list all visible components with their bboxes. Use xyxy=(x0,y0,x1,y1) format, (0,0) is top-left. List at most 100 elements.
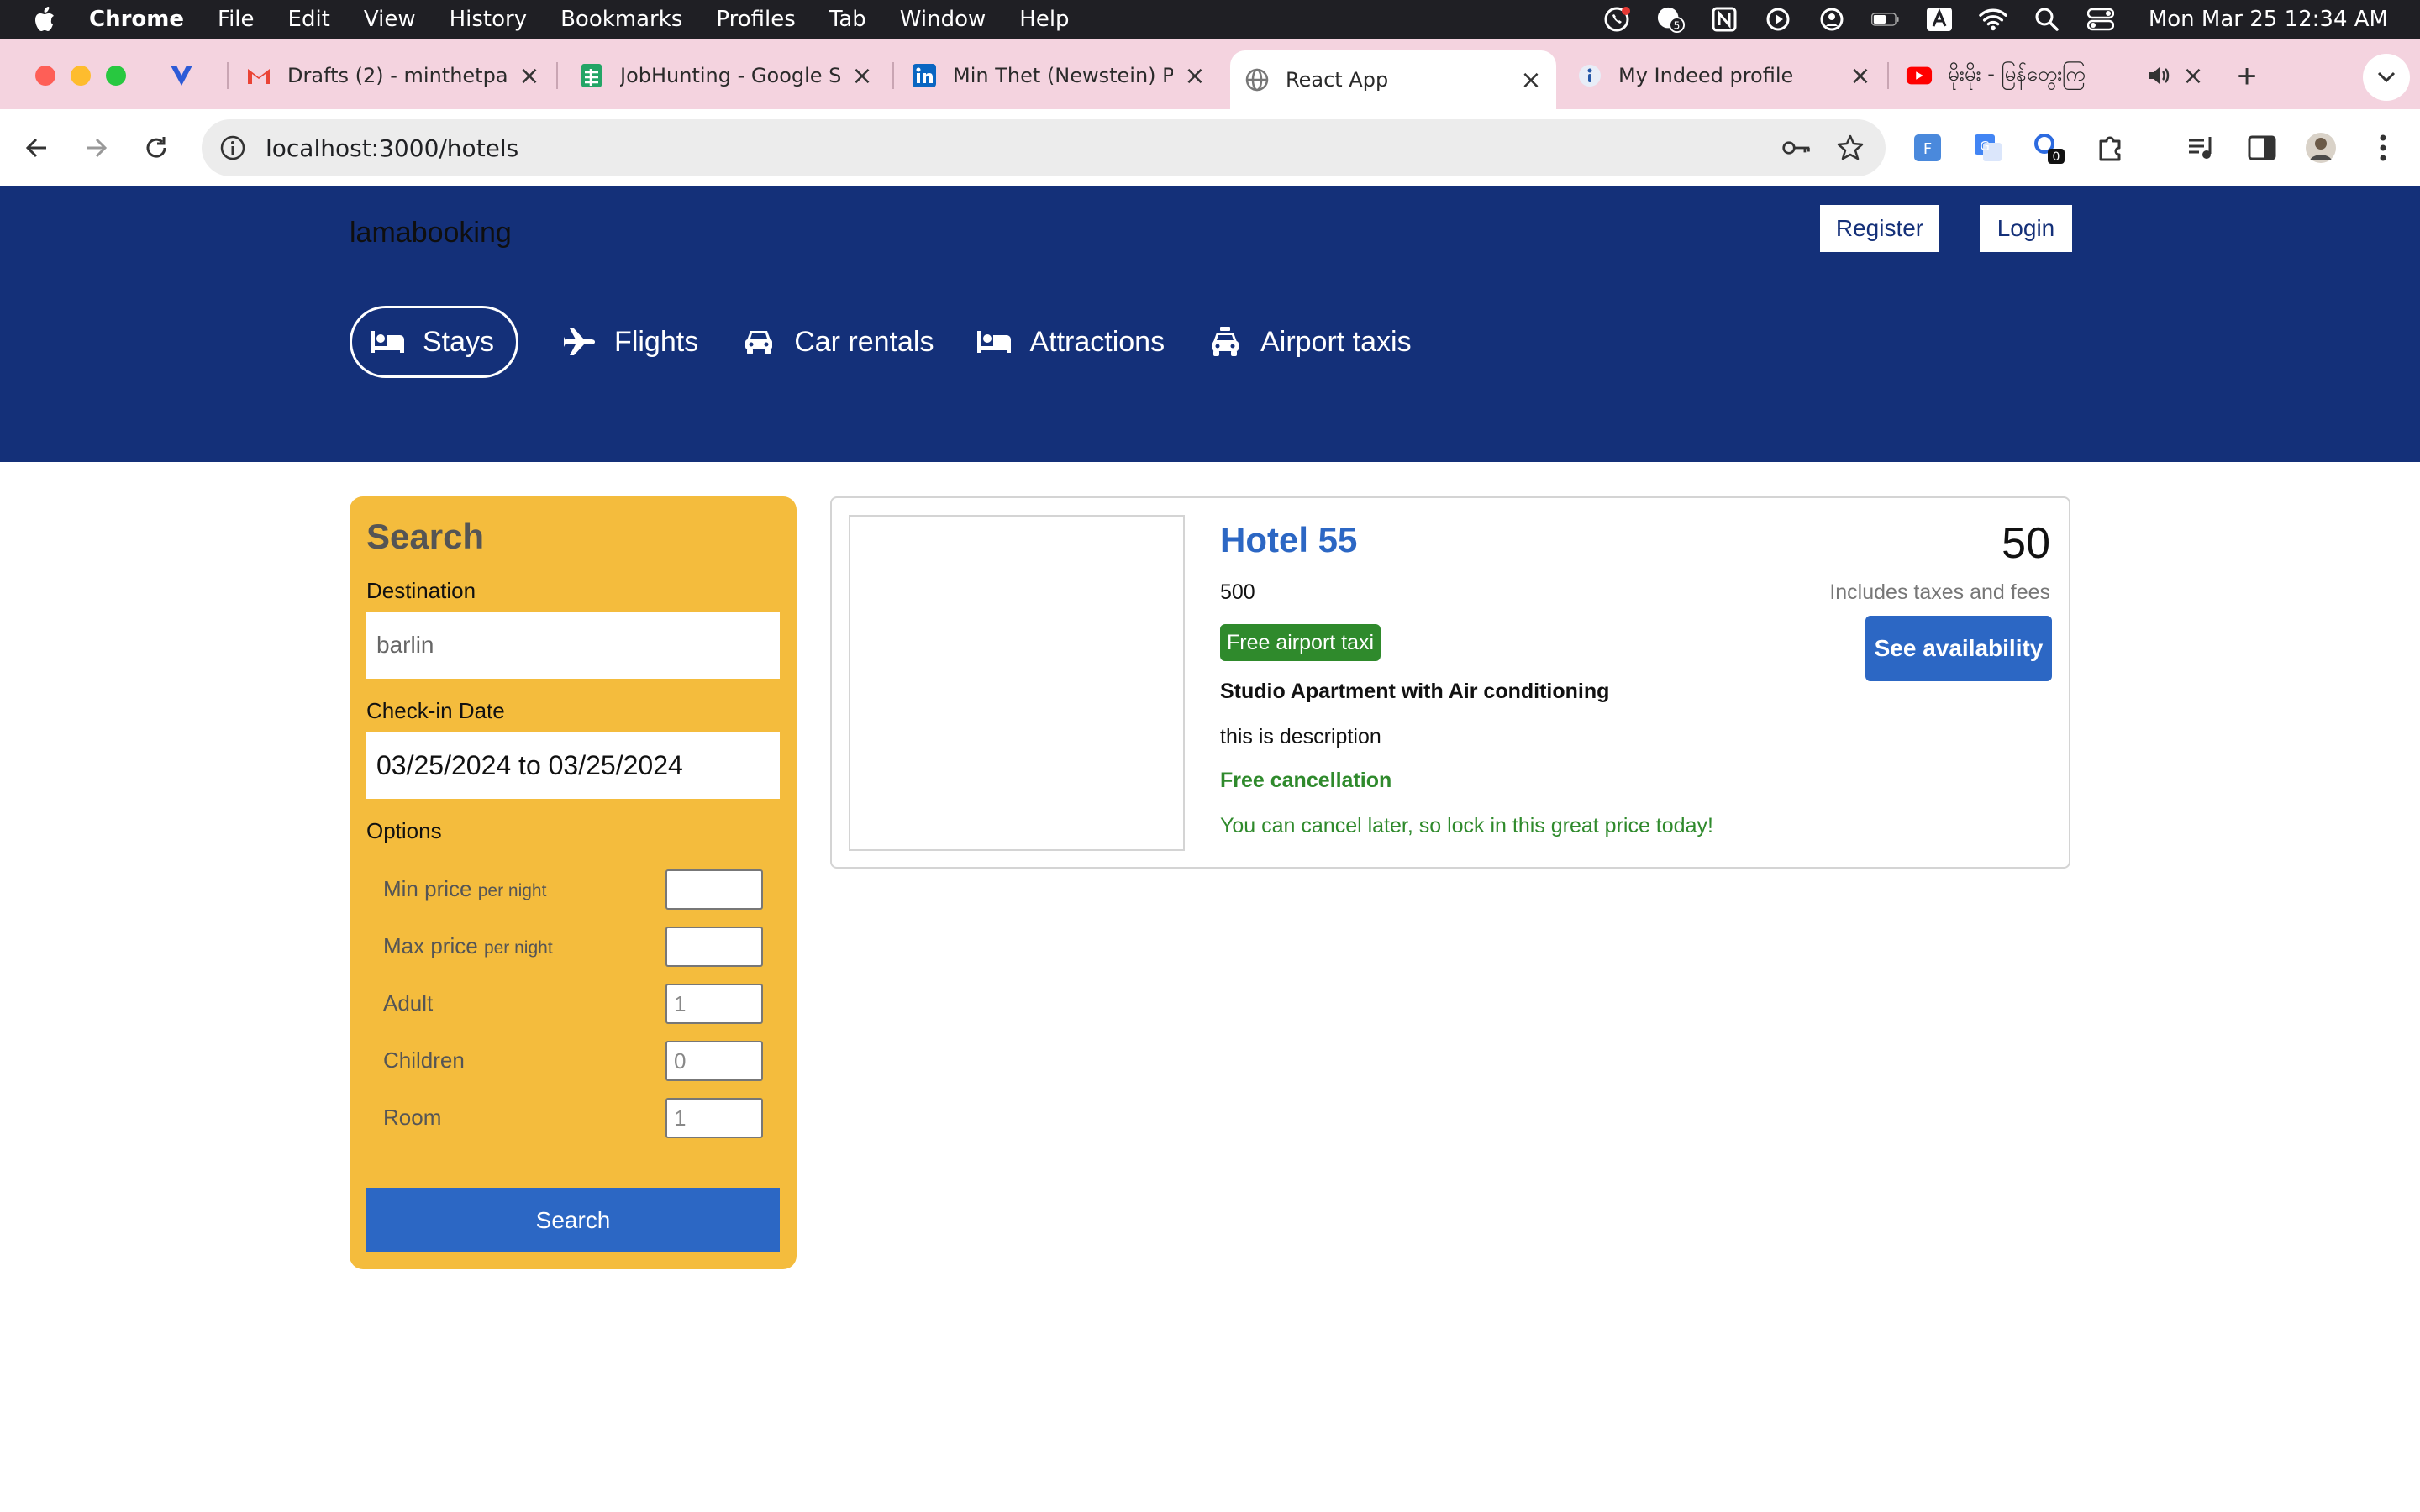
translate-extension-icon[interactable]: F xyxy=(1909,129,1946,166)
option-label: Max price xyxy=(383,933,478,958)
browser-tab-strip: Drafts (2) - minthetpai × JobHunting - G… xyxy=(0,39,2420,109)
apple-logo-icon[interactable] xyxy=(32,5,60,34)
forward-button[interactable] xyxy=(77,129,114,166)
site-logo[interactable]: lamabooking xyxy=(350,217,512,249)
close-tab-icon[interactable]: × xyxy=(1849,61,1872,91)
close-tab-icon[interactable]: × xyxy=(2181,61,2205,91)
taxi-icon xyxy=(1207,327,1244,357)
menu-help[interactable]: Help xyxy=(1019,7,1069,32)
linkedin-icon xyxy=(911,62,938,89)
menu-edit[interactable]: Edit xyxy=(288,7,330,32)
see-availability-button[interactable]: See availability xyxy=(1865,616,2052,681)
menu-history[interactable]: History xyxy=(450,7,528,32)
tab-divider xyxy=(1887,62,1889,89)
room-input[interactable]: 1 xyxy=(666,1098,763,1138)
nav-stays[interactable]: Stays xyxy=(350,306,519,378)
google-translate-icon[interactable]: G xyxy=(1970,129,2007,166)
close-window-button[interactable] xyxy=(35,66,55,86)
destination-input[interactable]: barlin xyxy=(366,612,780,679)
tab-title: Drafts (2) - minthetpai xyxy=(287,64,508,87)
cloud-sync-icon[interactable]: 5 xyxy=(1656,5,1685,34)
nav-car-rentals[interactable]: Car rentals xyxy=(740,306,934,378)
maximize-window-button[interactable] xyxy=(106,66,126,86)
nav-label: Stays xyxy=(423,325,495,358)
back-button[interactable] xyxy=(18,129,55,166)
menu-tab[interactable]: Tab xyxy=(829,7,866,32)
nav-flights[interactable]: Flights xyxy=(560,306,698,378)
menu-view[interactable]: View xyxy=(364,7,416,32)
login-button[interactable]: Login xyxy=(1980,205,2072,252)
close-tab-icon[interactable]: × xyxy=(850,61,874,91)
menu-file[interactable]: File xyxy=(218,7,255,32)
reload-button[interactable] xyxy=(138,129,175,166)
menu-app-name[interactable]: Chrome xyxy=(89,7,184,32)
options-label: Options xyxy=(366,818,442,843)
side-panel-icon[interactable] xyxy=(2244,129,2281,166)
tab-pinned[interactable] xyxy=(168,50,218,101)
profile-avatar[interactable] xyxy=(2302,129,2339,166)
tab-react-app[interactable]: React App × xyxy=(1230,50,1556,109)
battery-icon[interactable] xyxy=(1870,5,1900,34)
notion-icon[interactable] xyxy=(1710,5,1739,34)
chrome-menu-icon[interactable] xyxy=(2365,129,2402,166)
tab-youtube[interactable]: မိုးမိုး - မြန်တွေးကြ × xyxy=(1906,50,2205,101)
window-controls xyxy=(35,66,126,86)
new-tab-button[interactable]: + xyxy=(2232,60,2262,93)
vivaldi-like-icon xyxy=(168,62,195,89)
media-control-icon[interactable] xyxy=(2183,129,2220,166)
menu-clock[interactable]: Mon Mar 25 12:34 AM xyxy=(2149,7,2388,32)
adult-input[interactable]: 1 xyxy=(666,984,763,1024)
tab-indeed[interactable]: My Indeed profile × xyxy=(1576,50,1872,101)
wifi-icon[interactable] xyxy=(1979,5,2007,34)
hotel-name[interactable]: Hotel 55 xyxy=(1220,520,1357,560)
nav-label: Airport taxis xyxy=(1260,325,1412,358)
nav-attractions[interactable]: Attractions xyxy=(976,306,1165,378)
menu-window[interactable]: Window xyxy=(900,7,986,32)
search-button[interactable]: Search xyxy=(366,1188,780,1252)
nav-airport-taxis[interactable]: Airport taxis xyxy=(1207,306,1412,378)
option-suffix: per night xyxy=(477,881,547,900)
hotel-image-placeholder[interactable] xyxy=(849,515,1185,851)
menu-bookmarks[interactable]: Bookmarks xyxy=(560,7,682,32)
option-label: Adult xyxy=(383,990,434,1016)
control-center-icon[interactable] xyxy=(2086,5,2115,34)
min-price-input[interactable] xyxy=(666,869,763,910)
globe-icon xyxy=(1244,66,1270,93)
user-circle-icon[interactable] xyxy=(1818,5,1846,34)
tab-divider xyxy=(892,62,894,89)
spotlight-search-icon[interactable] xyxy=(2033,5,2061,34)
keyboard-input-icon[interactable] xyxy=(1925,5,1954,34)
tab-gmail[interactable]: Drafts (2) - minthetpai × xyxy=(245,50,541,101)
hotel-distance: 500 xyxy=(1220,580,1255,604)
option-children: Children 0 xyxy=(383,1041,763,1081)
register-button[interactable]: Register xyxy=(1820,205,1939,252)
minimize-window-button[interactable] xyxy=(71,66,91,86)
close-tab-icon[interactable]: × xyxy=(518,61,541,91)
close-tab-icon[interactable]: × xyxy=(1519,66,1543,95)
site-header: lamabooking Register Login Stays Flights… xyxy=(0,186,2420,462)
tab-linkedin[interactable]: Min Thet (Newstein) P × xyxy=(911,50,1207,101)
bed-icon xyxy=(369,327,406,357)
option-min-price: Min price per night xyxy=(383,869,763,910)
extensions-puzzle-icon[interactable] xyxy=(2092,129,2129,166)
close-tab-icon[interactable]: × xyxy=(1183,61,1207,91)
link-extension-icon[interactable]: 0 xyxy=(2030,129,2067,166)
status-icons: 5 Mon Mar 25 12:34 AM xyxy=(1602,0,2388,39)
password-key-icon[interactable] xyxy=(1781,133,1812,163)
url-text[interactable]: localhost:3000/hotels xyxy=(266,134,518,162)
audio-playing-icon[interactable] xyxy=(2148,62,2171,89)
extension-badge: 0 xyxy=(2053,150,2060,164)
option-suffix: per night xyxy=(483,938,553,958)
bookmark-star-icon[interactable] xyxy=(1835,133,1865,163)
menu-profiles[interactable]: Profiles xyxy=(716,7,795,32)
tab-sheets[interactable]: JobHunting - Google S × xyxy=(578,50,874,101)
children-input[interactable]: 0 xyxy=(666,1041,763,1081)
tab-search-button[interactable] xyxy=(2363,54,2410,101)
address-bar[interactable]: localhost:3000/hotels xyxy=(202,119,1886,176)
viber-icon[interactable] xyxy=(1602,5,1631,34)
checkin-date-input[interactable]: 03/25/2024 to 03/25/2024 xyxy=(366,732,780,799)
play-icon[interactable] xyxy=(1764,5,1792,34)
search-panel: Search Destination barlin Check-in Date … xyxy=(350,496,797,1269)
site-info-icon[interactable] xyxy=(218,134,247,162)
max-price-input[interactable] xyxy=(666,927,763,967)
